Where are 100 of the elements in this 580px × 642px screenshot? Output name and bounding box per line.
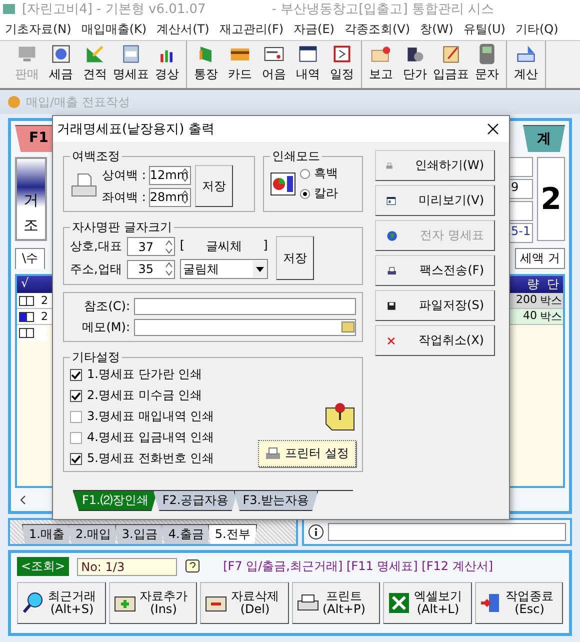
toolbar-button[interactable]: 문자 — [470, 41, 504, 88]
checkbox-label: 4.명세표 입금내역 인쇄 — [87, 429, 214, 446]
category-tab[interactable]: 3.입금 — [114, 524, 164, 544]
printer-icon — [265, 446, 282, 460]
sub-tab[interactable]: \수 — [15, 248, 46, 269]
toolbar-button[interactable]: 어음 — [257, 41, 291, 88]
command-button[interactable]: 엑셀보기 (Alt+L) — [383, 582, 472, 624]
pinned-note-icon — [324, 400, 356, 432]
font-label: 글씨체 — [206, 238, 242, 255]
checkbox[interactable] — [70, 390, 82, 402]
table-cell-text: 200 — [515, 293, 537, 308]
table-cell-text: 2 — [40, 294, 49, 307]
radio-button[interactable] — [300, 168, 310, 178]
tax-field: 세액 거 — [515, 248, 565, 269]
save-button[interactable]: 저장 — [194, 165, 233, 207]
checkbox-label: 2.명세표 미수금 인쇄 — [87, 387, 202, 404]
command-button[interactable]: 자료삭제 (Del) — [200, 582, 288, 624]
command-button[interactable]: 자료추가 (Ins) — [108, 582, 197, 624]
category-tab[interactable]: 2.매입 — [68, 524, 118, 544]
category-tab[interactable]: 1.매출 — [22, 524, 72, 544]
menu-item[interactable]: 계산서(T) — [152, 20, 214, 38]
print-tab[interactable]: F1.⑵장인쇄 — [73, 491, 158, 511]
command-button[interactable]: 프린트 (Alt+P) — [292, 582, 380, 624]
field-label: 상여백 : — [102, 166, 146, 184]
scroll-left-icon — [19, 495, 27, 505]
menu-item[interactable]: 매입매출(K) — [76, 20, 152, 38]
category-tab[interactable]: 5.전부 — [208, 524, 258, 544]
menu-item[interactable]: 기타(Q) — [510, 20, 564, 38]
checkbox[interactable] — [70, 410, 82, 422]
field-label: 참조(C): — [83, 298, 130, 315]
document-icon — [120, 43, 142, 65]
checkbox-label: 5.명세표 전화번호 인쇄 — [87, 450, 214, 467]
column-header: 단 — [546, 276, 560, 293]
field-label: 거 — [24, 191, 38, 210]
message-field[interactable] — [328, 523, 566, 541]
printer-settings-button[interactable]: 프린터 설정 — [258, 440, 356, 467]
category-tab[interactable]: 4.출금 — [161, 524, 211, 544]
print-tab[interactable]: F3.받는자용 — [234, 491, 318, 511]
toolbar-button[interactable]: 보고 — [364, 41, 398, 88]
ruler-icon — [84, 43, 106, 65]
menu-item[interactable]: 자금(E) — [288, 20, 340, 38]
toolbar-button[interactable]: 계산 — [509, 41, 543, 88]
radio-label: 칼라 — [314, 185, 338, 202]
radio-button[interactable] — [300, 188, 310, 198]
toolbar-button[interactable]: 입금표 — [432, 41, 470, 88]
toolbar-button[interactable]: 단가 — [398, 41, 432, 88]
column-header: 량 — [526, 276, 540, 293]
group-title: 여백조정 — [71, 148, 121, 165]
number-display: 2 — [537, 157, 565, 241]
checkbox[interactable] — [70, 452, 82, 464]
margin-spinner[interactable]: 12mm — [148, 166, 191, 184]
action-button[interactable]: 미리보기(V) — [375, 185, 495, 216]
toolbar-button[interactable]: 일정 — [325, 41, 359, 88]
app-icon — [2, 2, 16, 16]
spreadsheet-icon — [387, 591, 411, 615]
checkbox-label: 1.명세표 단가란 인쇄 — [87, 366, 202, 383]
menu-item[interactable]: 각종조회(V) — [340, 20, 416, 38]
toolbar-button[interactable]: 통장 — [189, 41, 223, 88]
folder-icon — [341, 320, 355, 333]
radio-label: 흑백 — [314, 165, 338, 182]
group-title: 기타설정 — [71, 349, 121, 366]
toolbar-button[interactable]: 세금 — [44, 41, 78, 88]
mode-indicator: <조회> — [17, 557, 70, 576]
menu-item[interactable]: 유틸(U) — [458, 20, 510, 38]
size-spinner[interactable]: 37 — [126, 237, 175, 256]
table-cell-text: 박스 — [539, 309, 563, 324]
group-title: 자사명판 글자크기 — [71, 219, 173, 236]
margin-spinner[interactable]: 28mm — [148, 188, 191, 206]
text-field[interactable] — [134, 319, 356, 336]
menu-item[interactable]: 재고관리(F) — [214, 20, 289, 38]
toolbar-button[interactable]: 내역 — [291, 41, 325, 88]
toolbar-button[interactable]: 경상 — [150, 41, 184, 88]
toolbar-button[interactable]: 견적 — [78, 41, 112, 88]
print-tab[interactable]: F2.공급자용 — [153, 491, 238, 511]
menu-item[interactable]: 창(W) — [415, 20, 458, 38]
font-select[interactable]: 굴림체 — [180, 259, 268, 279]
command-button[interactable]: 최근거래 (Alt+S) — [17, 582, 106, 624]
command-button[interactable]: 작업종료 (Esc) — [474, 582, 563, 624]
record-field: No: 1/3 — [77, 558, 178, 576]
size-spinner[interactable]: 35 — [126, 260, 175, 278]
toolbar-button[interactable]: 명세표 — [112, 41, 150, 88]
table-cell-text: 2 — [40, 310, 49, 323]
action-button[interactable]: 팩스전송(F) — [375, 255, 495, 286]
field-label: 상호,대표 — [70, 238, 122, 255]
font-label: [ — [180, 238, 185, 254]
toolbar-button[interactable]: 카드 — [223, 41, 257, 88]
action-button[interactable]: 작업취소(X) — [375, 325, 495, 356]
app-title: [자린고비4] - 기본형 v6.01.07 — [22, 1, 206, 18]
app-subtitle: - 부산냉동창고[입출고] 통합관리 시스 — [272, 1, 494, 18]
menu-item[interactable]: 기초자료(N) — [0, 20, 76, 38]
checkbox[interactable] — [70, 368, 82, 380]
action-button[interactable]: 인쇄하기(W) — [375, 150, 495, 181]
checkbox[interactable] — [70, 432, 82, 444]
save-button[interactable]: 저장 — [276, 236, 314, 280]
form-tab[interactable]: 계 — [523, 125, 565, 152]
color-palette-icon — [270, 172, 296, 196]
action-button[interactable]: 파일저장(S) — [375, 290, 495, 321]
spin-arrows-icon — [164, 238, 174, 254]
text-field[interactable] — [134, 298, 356, 315]
hotkey-hint: [F7 입/출금,최근거래] [F11 명세표] [F12 계산서] — [223, 558, 494, 575]
